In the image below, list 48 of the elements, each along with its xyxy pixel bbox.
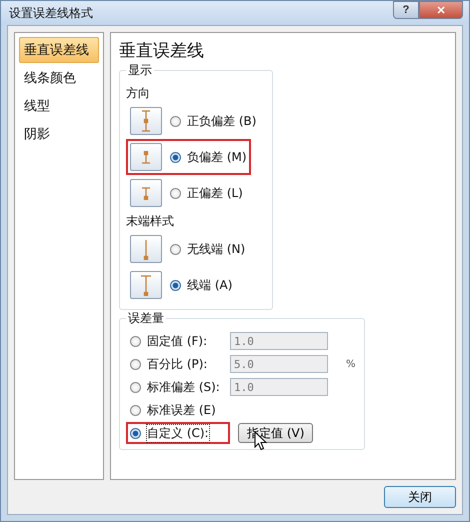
radio-option[interactable]: 负偏差 (M) [170, 148, 247, 166]
error-bar-icon [140, 274, 152, 296]
error-bar-icon [141, 186, 151, 200]
option-label: 百分比 (P): [146, 356, 208, 372]
section-label: 方向 [126, 85, 151, 102]
sidebar-item[interactable]: 阴影 [19, 121, 99, 147]
radio-button[interactable] [170, 116, 181, 126]
option-label: 无线端 (N) [187, 240, 246, 258]
radio-button[interactable] [170, 244, 181, 254]
option-label: 正偏差 (L) [187, 184, 243, 202]
radio-option[interactable]: 正偏差 (L) [170, 184, 243, 202]
radio-button[interactable] [130, 428, 141, 438]
radio-button[interactable] [170, 280, 181, 290]
radio-button[interactable] [170, 152, 181, 162]
radio-option[interactable]: 线端 (A) [170, 276, 232, 294]
radio-button[interactable] [130, 404, 141, 416]
style-preview-button[interactable] [130, 179, 162, 207]
style-preview-button[interactable] [130, 235, 162, 263]
radio-option[interactable]: 无线端 (N) [170, 240, 246, 258]
window-title: 设置误差线格式 [9, 4, 93, 22]
error-bar-icon [143, 238, 149, 260]
error-bar-icon [141, 150, 151, 164]
option-label: 正负偏差 (B) [187, 112, 256, 130]
group-title: 误差量 [126, 310, 166, 327]
option-label: 标准误差 (E) [146, 402, 217, 418]
sidebar-item[interactable]: 线型 [19, 93, 99, 119]
radio-button[interactable] [130, 358, 141, 370]
radio-button[interactable] [170, 188, 181, 198]
error-bar-icon [141, 110, 151, 132]
section-label: 末端样式 [126, 213, 175, 230]
help-button[interactable]: ? [393, 1, 419, 19]
radio-button[interactable] [130, 382, 141, 392]
option-label: 自定义 (C): [146, 424, 210, 442]
sidebar-item[interactable]: 垂直误差线 [19, 37, 99, 63]
close-dialog-button[interactable]: 关闭 [384, 486, 456, 508]
option-label: 负偏差 (M) [187, 148, 247, 166]
radio-option[interactable]: 正负偏差 (B) [170, 112, 256, 130]
option-label: 固定值 (F): [146, 332, 208, 350]
panel-heading: 垂直误差线 [119, 40, 205, 62]
sidebar-item[interactable]: 线条颜色 [19, 65, 99, 91]
radio-button[interactable] [130, 336, 141, 346]
style-preview-button[interactable] [130, 143, 162, 171]
style-preview-button[interactable] [130, 107, 162, 135]
group-title: 显示 [126, 62, 154, 79]
option-label: 标准偏差 (S): [146, 378, 221, 396]
unit-label: % [346, 358, 356, 370]
style-preview-button[interactable] [130, 271, 162, 299]
option-label: 线端 (A) [187, 276, 232, 294]
